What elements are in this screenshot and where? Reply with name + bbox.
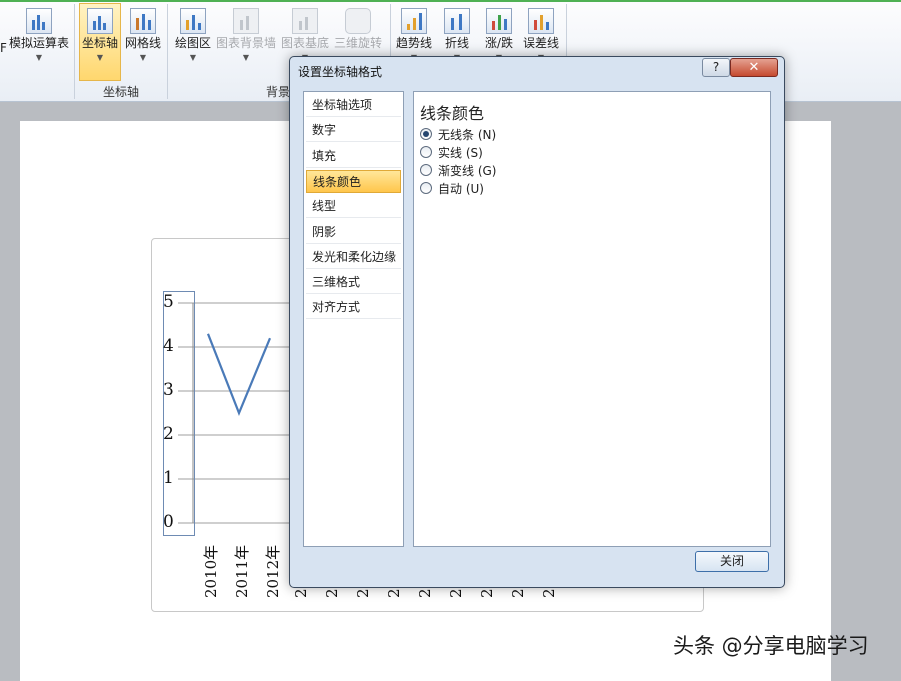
axes-button[interactable]: 坐标轴 ▼: [79, 3, 121, 81]
x-tick-label: 2011年: [231, 545, 252, 598]
help-button[interactable]: ?: [702, 58, 730, 77]
x-tick-label-partial: 2: [323, 588, 341, 598]
nav-item[interactable]: 阴影: [306, 221, 401, 244]
x-tick-label-partial: 2: [292, 588, 310, 598]
gridlines-label: 网格线: [125, 36, 161, 50]
trendline-icon: [401, 8, 427, 34]
x-tick-label-partial: 2: [478, 588, 496, 598]
x-tick-label-partial: 2: [509, 588, 527, 598]
up-down-bars-icon: [486, 8, 512, 34]
dropdown-arrow-icon: ▼: [172, 53, 214, 62]
trendline-button[interactable]: 趋势线 ▼: [394, 8, 434, 62]
x-tick-label-partial: 2: [540, 588, 558, 598]
y-tick-label: 4: [163, 336, 174, 356]
dialog-title: 设置坐标轴格式: [298, 63, 382, 80]
nav-item[interactable]: 三维格式: [306, 271, 401, 294]
y-tick-label: 5: [163, 292, 174, 312]
plot-area-icon: [180, 8, 206, 34]
close-button[interactable]: 关闭: [695, 551, 769, 572]
nav-item[interactable]: 发光和柔化边缘: [306, 246, 401, 269]
chart-floor-icon: [292, 8, 318, 34]
group-label-axes: 坐标轴: [103, 83, 139, 100]
nav-item[interactable]: 坐标轴选项: [306, 94, 401, 117]
plot-area-label: 绘图区: [175, 36, 211, 50]
chart-floor-label: 图表基底: [281, 36, 329, 50]
error-bars-button[interactable]: 误差线 ▼: [520, 8, 562, 62]
group-separator: [167, 4, 168, 99]
trendline-label: 趋势线: [396, 36, 432, 50]
y-tick-label: 3: [163, 380, 174, 400]
up-down-bars-label: 涨/跌: [485, 36, 513, 50]
plot-area-button[interactable]: 绘图区 ▼: [172, 8, 214, 62]
chart-wall-button[interactable]: 图表背景墙 ▼: [215, 8, 277, 62]
up-down-bars-button[interactable]: 涨/跌 ▼: [481, 8, 517, 62]
radio-button[interactable]: [420, 164, 432, 176]
close-x-button[interactable]: ✕: [730, 58, 778, 77]
3d-rotation-label: 三维旋转: [334, 36, 382, 50]
axes-icon: [87, 8, 113, 34]
nav-item[interactable]: 线型: [306, 195, 401, 218]
radio-label: 无线条 (N): [438, 126, 496, 143]
error-bars-label: 误差线: [523, 36, 559, 50]
nav-item[interactable]: 对齐方式: [306, 296, 401, 319]
error-bars-icon: [528, 8, 554, 34]
3d-rotation-icon: [345, 8, 371, 34]
x-tick-label: 2010年: [200, 545, 221, 598]
data-table-button[interactable]: 模拟运算表 ▼: [8, 8, 70, 62]
category-nav-list: 坐标轴选项数字填充线条颜色线型阴影发光和柔化边缘三维格式对齐方式: [303, 91, 404, 547]
x-tick-label-partial: 2: [354, 588, 372, 598]
watermark: 头条 @分享电脑学习: [673, 630, 869, 660]
chart-wall-label: 图表背景墙: [216, 36, 276, 50]
gridlines-icon: [130, 8, 156, 34]
dropdown-arrow-icon: ▼: [80, 53, 120, 62]
ribbon-accent-line: [0, 0, 901, 2]
chart-wall-icon: [233, 8, 259, 34]
section-title: 线条颜色: [420, 100, 484, 124]
nav-item[interactable]: 数字: [306, 119, 401, 142]
radio-label: 实线 (S): [438, 144, 483, 161]
y-tick-label: 2: [163, 424, 174, 444]
lines-button[interactable]: 折线 ▼: [440, 8, 474, 62]
data-table-label: 模拟运算表: [9, 36, 69, 50]
x-tick-label-partial: 2: [416, 588, 434, 598]
x-tick-label-partial: 2: [385, 588, 403, 598]
radio-button[interactable]: [420, 128, 432, 140]
radio-label: 自动 (U): [438, 180, 484, 197]
plot-area-selection[interactable]: [163, 291, 195, 536]
group-label-background: 背景: [266, 83, 290, 100]
nav-item[interactable]: 填充: [306, 145, 401, 168]
lines-label: 折线: [445, 36, 469, 50]
dropdown-arrow-icon: ▼: [8, 53, 70, 62]
nav-item[interactable]: 线条颜色: [306, 170, 401, 193]
format-axis-dialog: 设置坐标轴格式 ? ✕ 坐标轴选项数字填充线条颜色线型阴影发光和柔化边缘三维格式…: [289, 56, 785, 588]
y-tick-label: 0: [163, 512, 174, 532]
lines-icon: [444, 8, 470, 34]
y-tick-label: 1: [163, 468, 174, 488]
line-color-panel: 线条颜色 无线条 (N)实线 (S)渐变线 (G)自动 (U): [413, 91, 771, 547]
3d-rotation-button[interactable]: 三维旋转: [333, 8, 383, 51]
truncated-label: F: [0, 41, 7, 55]
data-table-icon: [26, 8, 52, 34]
radio-button[interactable]: [420, 182, 432, 194]
radio-button[interactable]: [420, 146, 432, 158]
gridlines-button[interactable]: 网格线 ▼: [123, 8, 163, 62]
dropdown-arrow-icon: ▼: [215, 53, 277, 62]
x-tick-label: 2012年: [262, 545, 283, 598]
group-separator: [74, 4, 75, 99]
radio-label: 渐变线 (G): [438, 162, 496, 179]
x-tick-label-partial: 2: [447, 588, 465, 598]
axes-label: 坐标轴: [82, 36, 118, 50]
dropdown-arrow-icon: ▼: [123, 53, 163, 62]
chart-floor-button[interactable]: 图表基底 ▼: [280, 8, 330, 62]
